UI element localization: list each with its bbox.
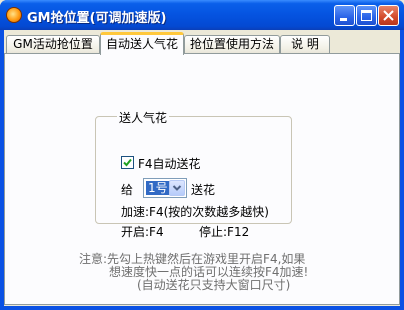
maximize-icon	[361, 10, 372, 21]
give-label: 给	[121, 183, 134, 197]
groupbox-legend: 送人气花	[117, 109, 170, 126]
target-select[interactable]: 1号	[143, 178, 187, 198]
maximize-button[interactable]	[356, 5, 377, 26]
speed-hint: 加速:F4(按的次数越多越快)	[121, 205, 269, 219]
tab-gm-activity[interactable]: GM活动抢位置	[6, 35, 100, 54]
chevron-down-icon	[172, 185, 182, 191]
target-select-value: 1号	[146, 181, 170, 195]
title-bar[interactable]: GM抢位置(可调加速版)	[0, 0, 404, 30]
window-title: GM抢位置(可调加速版)	[27, 11, 167, 26]
minimize-button[interactable]	[334, 5, 355, 26]
tab-strip: GM活动抢位置 自动送人气花 抢位置使用方法 说 明	[4, 32, 400, 55]
note-line-3: (自动送花只支持大窗口尺寸)	[137, 278, 291, 292]
tab-info[interactable]: 说 明	[280, 35, 330, 54]
app-icon[interactable]	[6, 7, 22, 23]
tab-usage[interactable]: 抢位置使用方法	[184, 35, 280, 54]
checkmark-icon	[123, 158, 132, 167]
tab-panel: 送人气花 F4自动送花 给 1号 送花 加速:F4(按的次数越多越快) 开启:F…	[4, 53, 400, 305]
dropdown-button[interactable]	[169, 180, 185, 196]
close-button[interactable]	[378, 5, 399, 26]
main-window: GM抢位置(可调加速版) GM活动抢位置 自动送人气花 抢位置使用方法 说 明	[0, 0, 404, 310]
stop-hotkey: 停止:F12	[199, 225, 250, 239]
auto-flower-label[interactable]: F4自动送花	[138, 155, 201, 172]
start-hotkey: 开启:F4	[121, 225, 164, 239]
minimize-icon	[340, 18, 347, 21]
auto-flower-checkbox[interactable]	[121, 156, 134, 169]
tab-auto-flower[interactable]: 自动送人气花	[100, 32, 184, 55]
send-flower-label: 送花	[191, 183, 216, 197]
close-icon	[383, 10, 394, 21]
client-area: GM活动抢位置 自动送人气花 抢位置使用方法 说 明 送人气花 F4自动送花 给…	[4, 30, 400, 306]
